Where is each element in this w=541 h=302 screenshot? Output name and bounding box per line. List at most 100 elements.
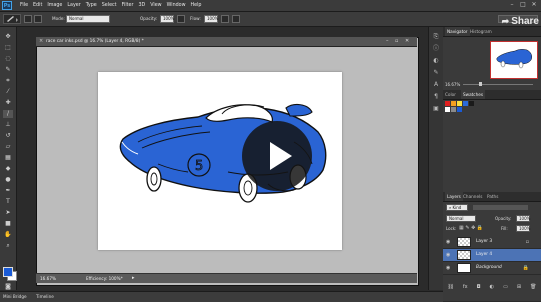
quick-mask-icon[interactable]: ◙ (3, 283, 13, 291)
lasso-tool-icon[interactable]: ◌ (3, 55, 13, 63)
dodge-tool-icon[interactable]: ● (3, 176, 13, 184)
type-tool-icon[interactable]: T (3, 198, 13, 206)
menu-edit[interactable]: Edit (33, 0, 47, 11)
tab-mini-bridge[interactable]: Mini Bridge (3, 293, 27, 301)
swatch-black[interactable] (469, 101, 474, 106)
doc-close-icon[interactable]: × (39, 38, 43, 45)
menu-file[interactable]: File (20, 0, 33, 11)
swatch-gray[interactable] (451, 107, 456, 112)
move-tool-icon[interactable]: ✥ (3, 33, 13, 41)
add-mask-icon[interactable]: ◘ (477, 283, 481, 291)
brush-size-picker[interactable] (24, 15, 32, 23)
swatch-yellow[interactable] (457, 101, 462, 106)
gradient-tool-icon[interactable]: ▦ (3, 154, 13, 162)
history-panel-icon[interactable]: ⎘ (432, 33, 440, 41)
layer-opacity-field[interactable]: 100% (516, 215, 530, 222)
navigator-preview[interactable] (490, 41, 538, 79)
eraser-tool-icon[interactable]: ▱ (3, 143, 13, 151)
layer-row[interactable]: ◉ Layer 3 ▫ (443, 236, 541, 249)
brush-tool-icon[interactable]: / (3, 110, 13, 118)
tab-navigator[interactable]: Navigator (445, 27, 470, 36)
video-play-button[interactable] (242, 121, 312, 191)
document-tab[interactable]: × race car inks.psd @ 16.7% (Layer 4, RG… (36, 37, 417, 47)
swatch-white[interactable] (445, 107, 450, 112)
hand-tool-icon[interactable]: ✋ (3, 231, 13, 239)
properties-panel-icon[interactable]: ⓘ (432, 45, 440, 53)
doc-restore-icon[interactable]: ▫ (395, 38, 398, 45)
doc-close-button[interactable]: ✕ (405, 38, 409, 45)
quick-select-tool-icon[interactable]: ✎ (3, 66, 13, 74)
minimize-button[interactable]: – (508, 1, 516, 9)
healing-brush-tool-icon[interactable]: ✚ (3, 99, 13, 107)
maximize-button[interactable]: □ (519, 1, 527, 9)
crop-tool-icon[interactable]: ⌗ (3, 77, 13, 85)
paragraph-panel-icon[interactable]: ¶ (432, 93, 440, 101)
menu-filter[interactable]: Filter (122, 0, 139, 11)
delete-layer-icon[interactable]: 🗑 (530, 283, 536, 291)
layer-row[interactable]: ◉ Layer 4 (443, 249, 541, 262)
layer-kind-filter[interactable]: ⌕ Kind (446, 204, 468, 211)
menu-view[interactable]: View (150, 0, 166, 11)
new-layer-icon[interactable]: ⊞ (517, 283, 521, 291)
history-brush-tool-icon[interactable]: ↺ (3, 132, 13, 140)
lock-icons[interactable]: ▦ ✎ ✥ 🔒 (459, 225, 483, 231)
eyedropper-tool-icon[interactable]: ⁄ (3, 88, 13, 96)
layer-filter-icons[interactable] (473, 205, 528, 210)
pen-tool-icon[interactable]: ✒ (3, 187, 13, 195)
opacity-field[interactable]: 100% (160, 15, 174, 23)
close-button[interactable]: ✕ (530, 1, 538, 9)
flow-field[interactable]: 100% (204, 15, 218, 23)
layer-style-icon[interactable]: fx (463, 283, 468, 291)
mode-select[interactable]: Normal (66, 15, 110, 23)
swatch-orange[interactable] (451, 101, 456, 106)
opacity-pressure-toggle[interactable] (177, 15, 185, 23)
status-arrow-icon[interactable]: ▸ (132, 275, 135, 282)
tab-color[interactable]: Color (445, 90, 456, 99)
status-zoom[interactable]: 16.67% (40, 275, 56, 282)
tab-swatches[interactable]: Swatches (461, 90, 486, 99)
visibility-eye-icon[interactable]: ◉ (446, 239, 452, 245)
swatch-blue[interactable] (463, 101, 468, 106)
link-layers-icon[interactable]: ⛓ (448, 283, 454, 291)
foreground-color-swatch[interactable] (3, 267, 13, 277)
zoom-tool-icon[interactable]: ⌕ (3, 242, 13, 250)
shape-tool-icon[interactable]: ■ (3, 220, 13, 228)
tab-layers[interactable]: Layers (445, 192, 463, 201)
menu-3d[interactable]: 3D (138, 0, 150, 11)
layer-fill-field[interactable]: 100% (516, 225, 530, 232)
blur-tool-icon[interactable]: ◆ (3, 165, 13, 173)
visibility-eye-icon[interactable]: ◉ (446, 252, 452, 258)
size-pressure-toggle[interactable] (232, 15, 240, 23)
styles-panel-icon[interactable]: ▣ (432, 105, 440, 113)
navigator-zoom-value[interactable]: 16.67% (445, 81, 460, 88)
tool-preset-picker[interactable] (3, 14, 21, 24)
adjustments-panel-icon[interactable]: ◐ (432, 57, 440, 65)
brush-panel-toggle[interactable] (34, 15, 42, 23)
menu-window[interactable]: Window (167, 0, 191, 11)
status-efficiency[interactable]: Efficiency: 100%* (86, 275, 123, 282)
blend-mode-select[interactable]: Normal (446, 215, 476, 222)
clone-stamp-tool-icon[interactable]: ⊥ (3, 121, 13, 129)
navigator-zoom-knob[interactable] (479, 82, 482, 86)
visibility-eye-icon[interactable]: ◉ (446, 265, 452, 271)
airbrush-toggle[interactable] (221, 15, 229, 23)
character-panel-icon[interactable]: A (432, 81, 440, 89)
path-selection-tool-icon[interactable]: ➤ (3, 209, 13, 217)
tab-timeline[interactable]: Timeline (36, 293, 54, 301)
layer-row[interactable]: ◉ Background 🔒 (443, 262, 541, 275)
adjustment-layer-icon[interactable]: ◐ (490, 283, 494, 291)
tab-paths[interactable]: Paths (487, 192, 498, 201)
menu-select[interactable]: Select (102, 0, 122, 11)
menu-image[interactable]: Image (47, 0, 67, 11)
marquee-tool-icon[interactable]: ⬚ (3, 44, 13, 52)
menu-layer[interactable]: Layer (67, 0, 85, 11)
tab-histogram[interactable]: Histogram (470, 27, 492, 36)
new-group-icon[interactable]: ▭ (503, 283, 508, 291)
tab-channels[interactable]: Channels (463, 192, 482, 201)
navigator-zoom-slider[interactable] (463, 84, 533, 85)
brush-panel-icon[interactable]: ✎ (432, 69, 440, 77)
swatch-red[interactable] (445, 101, 450, 106)
doc-minimize-icon[interactable]: – (386, 38, 389, 45)
swatch-deep-blue[interactable] (457, 107, 462, 112)
menu-help[interactable]: Help (191, 0, 207, 11)
